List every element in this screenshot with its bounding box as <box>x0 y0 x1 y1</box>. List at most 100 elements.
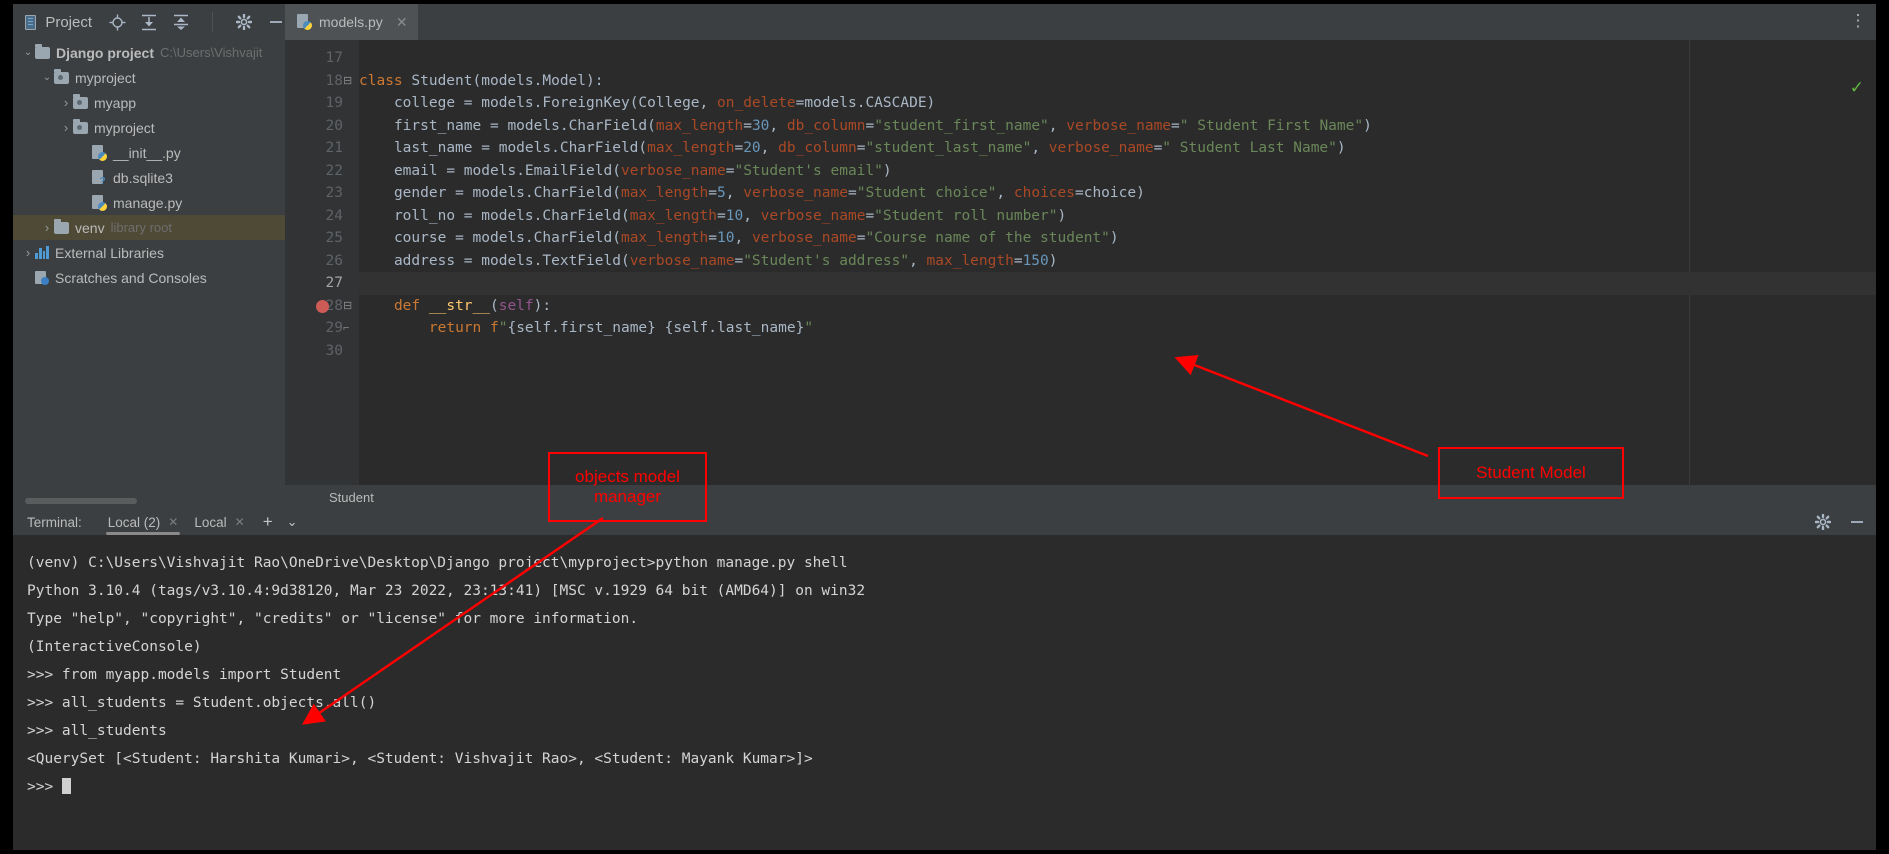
unknown-file-icon: ? <box>92 169 107 186</box>
terminal-output-line: Type "help", "copyright", "credits" or "… <box>27 611 639 627</box>
code-line[interactable]: email = models.EmailField(verbose_name="… <box>359 160 1876 183</box>
tree-item-label: manage.py <box>113 194 183 211</box>
terminal-output-line: >>> from myapp.models import Student <box>27 667 342 683</box>
line-number: 25 <box>325 230 343 246</box>
project-panel-icon <box>25 14 37 30</box>
terminal-tool-header: Terminal: Local (2) ✕ Local ✕ + ⌄ <box>13 509 1876 535</box>
line-number: 19 <box>325 95 343 111</box>
code-line[interactable] <box>359 272 1876 295</box>
close-icon[interactable]: ✕ <box>396 14 408 31</box>
line-number: 21 <box>325 140 343 156</box>
tree-item-manage-py[interactable]: manage.py <box>13 190 285 215</box>
code-line[interactable] <box>359 47 1876 70</box>
chevron-right-icon[interactable]: › <box>21 245 35 260</box>
terminal-tab-label: Local <box>194 514 227 530</box>
terminal-tab-label: Local (2) <box>107 514 161 530</box>
tree-item-label: Scratches and Consoles <box>55 269 207 286</box>
code-line[interactable]: last_name = models.CharField(max_length=… <box>359 137 1876 160</box>
hide-panel-icon[interactable] <box>267 13 285 31</box>
tree-item-venv[interactable]: › venv library root <box>13 215 285 240</box>
inspection-ok-icon[interactable]: ✓ <box>1850 78 1864 98</box>
chevron-down-icon[interactable]: ⌄ <box>21 47 35 58</box>
toolbar-divider <box>212 12 213 32</box>
tree-item-subtext: library root <box>110 220 172 235</box>
expand-all-icon[interactable] <box>140 13 158 31</box>
sidebar-horizontal-scrollbar[interactable] <box>25 498 137 504</box>
breadcrumb[interactable]: Student <box>285 485 1876 510</box>
tree-item-external-libraries[interactable]: › External Libraries <box>13 240 285 265</box>
terminal-output-line: >>> <box>27 773 1876 801</box>
scratches-icon <box>35 270 49 285</box>
run-method-gutter-icon[interactable] <box>316 299 329 313</box>
editor-tab-models-py[interactable]: models.py ✕ <box>285 4 418 40</box>
settings-gear-icon[interactable] <box>235 13 253 31</box>
code-line[interactable] <box>359 340 1876 363</box>
editor-tab-strip: models.py ✕ <box>285 4 1846 40</box>
tree-item-myapp[interactable]: › myapp <box>13 90 285 115</box>
terminal-console[interactable]: (venv) C:\Users\Vishvajit Rao\OneDrive\D… <box>13 535 1876 850</box>
code-editor[interactable]: 17 18 19 20 21 22 23 24 25 26 27 28 29 30 ⊟ ⊟ ⌐ class St… <box>285 40 1876 510</box>
terminal-tab-local-2[interactable]: Local (2) ✕ <box>100 509 187 535</box>
more-options-icon[interactable]: ⋮ <box>1848 12 1868 29</box>
tree-item-label: Django project <box>56 44 155 61</box>
breadcrumb-label: Student <box>329 490 374 505</box>
tree-item-myproject[interactable]: › myproject <box>13 115 285 140</box>
project-tool-header[interactable]: Project <box>13 4 285 40</box>
python-file-icon <box>297 14 312 30</box>
external-libraries-icon <box>35 246 49 259</box>
fold-end-marker[interactable]: ⌐ <box>343 317 349 340</box>
editor-code-area[interactable]: class Student(models.Model): college = m… <box>359 40 1876 510</box>
line-number: 22 <box>325 162 343 179</box>
tree-item-init-py[interactable]: __init__.py <box>13 140 285 165</box>
editor-gutter[interactable]: 17 18 19 20 21 22 23 24 25 26 27 28 29 30 ⊟ ⊟ ⌐ <box>285 40 359 510</box>
line-number: 24 <box>325 207 343 224</box>
editor-tab-label: models.py <box>319 14 383 30</box>
chevron-down-icon[interactable]: ⌄ <box>40 72 54 83</box>
tree-item-label: myproject <box>75 69 136 86</box>
code-line[interactable]: address = models.TextField(verbose_name=… <box>359 250 1876 273</box>
code-line[interactable]: return f"{self.first_name} {self.last_na… <box>359 317 1876 340</box>
code-line[interactable]: first_name = models.CharField(max_length… <box>359 115 1876 138</box>
code-line[interactable]: def __str__(self): <box>359 295 1876 318</box>
tree-item-subtext: C:\Users\Vishvajit <box>160 45 263 60</box>
terminal-label: Terminal: <box>27 514 82 530</box>
code-line[interactable]: gender = models.CharField(max_length=5, … <box>359 182 1876 205</box>
project-tree-panel[interactable]: ⌄ Django project C:\Users\Vishvajit ⌄ myproj… <box>13 40 285 510</box>
line-number: 20 <box>325 117 343 134</box>
tree-item-scratches-and-consoles[interactable]: Scratches and Consoles <box>13 265 285 290</box>
pycharm-window: Project models.py ✕ ⋮ ⌄ Django project C… <box>13 4 1876 850</box>
close-icon[interactable]: ✕ <box>235 515 245 529</box>
add-terminal-icon[interactable]: + <box>263 512 273 532</box>
code-line[interactable]: class Student(models.Model): <box>359 70 1876 93</box>
python-file-icon <box>92 194 107 211</box>
terminal-tab-local[interactable]: Local ✕ <box>186 509 252 535</box>
terminal-output-line: Python 3.10.4 (tags/v3.10.4:9d38120, Mar… <box>27 583 866 599</box>
tree-item-django-project[interactable]: ⌄ Django project C:\Users\Vishvajit <box>13 40 285 65</box>
terminal-output-line: >>> all_students = Student.objects.all() <box>27 695 377 711</box>
code-line[interactable]: roll_no = models.CharField(max_length=10… <box>359 205 1876 228</box>
chevron-right-icon[interactable]: › <box>59 95 73 110</box>
terminal-settings-gear-icon[interactable] <box>1814 513 1832 531</box>
folder-icon <box>54 68 69 84</box>
tree-item-label: __init__.py <box>113 144 181 161</box>
fold-marker-class[interactable]: ⊟ <box>343 70 352 93</box>
chevron-right-icon[interactable]: › <box>40 220 54 235</box>
line-number: 18 <box>325 72 343 89</box>
chevron-right-icon[interactable]: › <box>59 120 73 135</box>
line-number: 28 <box>325 297 343 314</box>
tree-item-myproject[interactable]: ⌄ myproject <box>13 65 285 90</box>
tree-item-db-sqlite3[interactable]: ? db.sqlite3 <box>13 165 285 190</box>
chevron-down-icon[interactable]: ⌄ <box>287 514 298 530</box>
fold-marker-method[interactable]: ⊟ <box>343 295 352 318</box>
project-tool-label: Project <box>45 13 92 31</box>
terminal-minimize-icon[interactable] <box>1848 513 1866 531</box>
collapse-all-icon[interactable] <box>172 13 190 31</box>
locate-icon[interactable] <box>108 13 126 31</box>
close-icon[interactable]: ✕ <box>168 515 178 529</box>
terminal-output-line: >>> all_students <box>27 723 167 739</box>
code-line[interactable]: course = models.CharField(max_length=10,… <box>359 227 1876 250</box>
tree-item-label: External Libraries <box>55 244 164 261</box>
top-toolbar: Project models.py ✕ ⋮ <box>13 4 1876 40</box>
code-line[interactable]: college = models.ForeignKey(College, on_… <box>359 92 1876 115</box>
terminal-output-line: (venv) C:\Users\Vishvajit Rao\OneDrive\D… <box>27 555 848 571</box>
